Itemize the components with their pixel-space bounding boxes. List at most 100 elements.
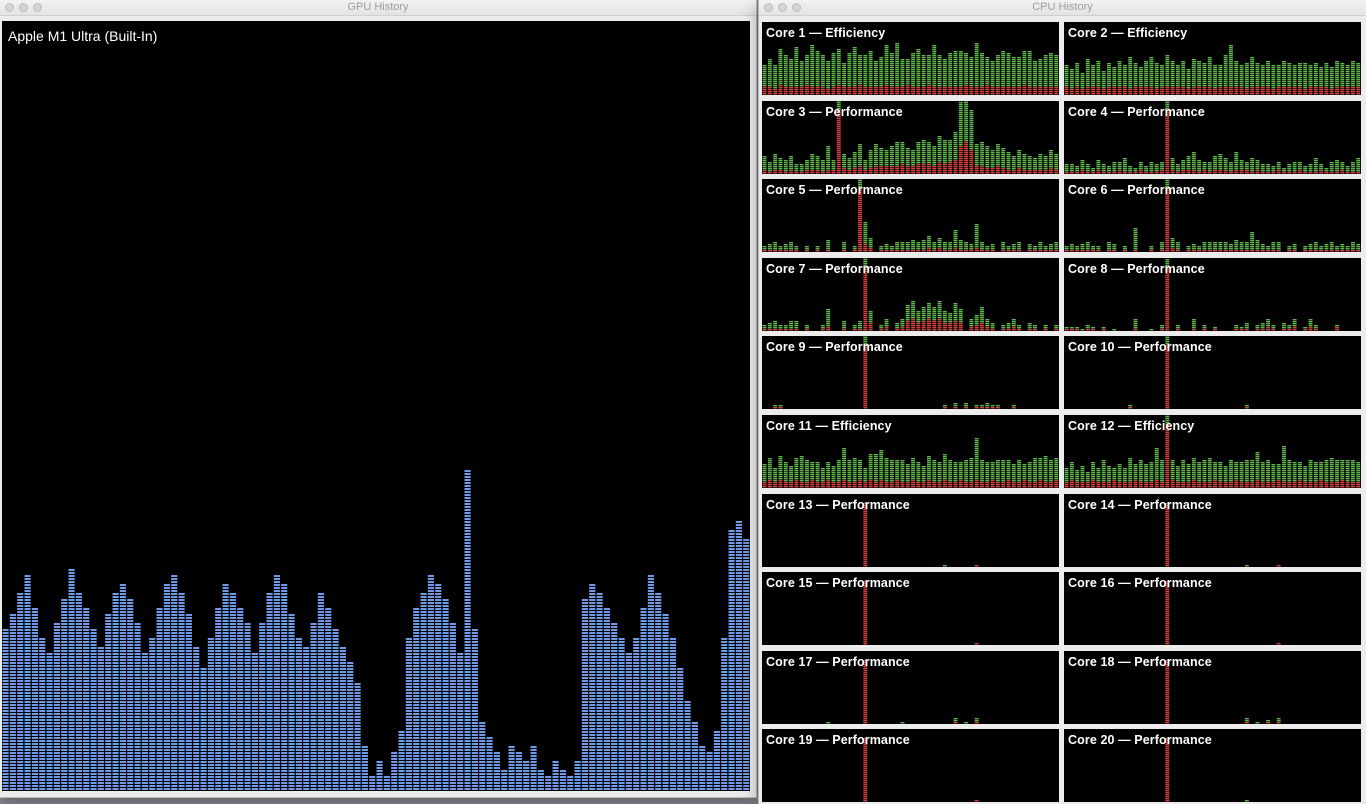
user-usage-segment <box>916 49 921 51</box>
user-usage-segment <box>836 466 841 468</box>
user-usage-segment <box>1175 248 1180 250</box>
system-usage-segment <box>958 163 963 165</box>
user-usage-segment <box>1239 81 1244 83</box>
user-usage-segment <box>937 312 942 315</box>
user-usage-segment <box>1048 65 1053 67</box>
gpu-bar <box>266 593 273 790</box>
system-usage-segment <box>964 165 969 167</box>
gpu-history-window[interactable]: GPU History Apple M1 Ultra (Built-In) <box>0 0 756 797</box>
user-usage-segment <box>1144 77 1149 79</box>
system-usage-segment <box>995 407 1000 409</box>
user-usage-segment <box>1313 248 1318 250</box>
user-usage-segment <box>1234 153 1239 155</box>
user-usage-segment <box>873 81 878 83</box>
user-usage-segment <box>778 458 783 460</box>
user-usage-segment <box>1255 73 1260 75</box>
system-usage-segment <box>847 169 852 171</box>
system-usage-segment <box>916 171 921 173</box>
system-usage-segment <box>1329 93 1334 95</box>
system-usage-segment <box>863 369 868 371</box>
user-usage-segment <box>900 161 905 163</box>
user-usage-segment <box>1006 81 1011 83</box>
user-usage-segment <box>927 69 931 71</box>
user-usage-segment <box>884 470 889 472</box>
user-usage-segment <box>831 61 836 63</box>
user-usage-segment <box>1133 236 1138 238</box>
user-usage-segment <box>1096 75 1101 77</box>
system-usage-segment <box>794 482 799 484</box>
user-usage-segment <box>1292 65 1297 67</box>
user-usage-segment <box>1038 83 1043 85</box>
user-usage-segment <box>1043 167 1048 169</box>
user-usage-segment <box>948 316 953 319</box>
system-usage-segment <box>1345 171 1350 173</box>
cpu-window-titlebar[interactable]: CPU History <box>759 0 1366 16</box>
user-usage-segment <box>1170 246 1175 248</box>
user-usage-segment <box>810 468 815 470</box>
user-usage-segment <box>805 480 809 482</box>
user-usage-segment <box>995 79 1000 81</box>
user-usage-segment <box>1112 163 1117 165</box>
user-usage-segment <box>905 83 910 85</box>
user-usage-segment <box>948 141 953 143</box>
user-usage-segment <box>953 314 958 317</box>
user-usage-segment <box>895 468 900 470</box>
system-usage-segment <box>799 87 804 89</box>
system-usage-segment <box>805 328 809 331</box>
system-usage-segment <box>1165 161 1170 163</box>
user-usage-segment <box>1340 167 1345 169</box>
user-usage-segment <box>953 464 958 466</box>
system-usage-segment <box>1085 93 1090 95</box>
user-usage-segment <box>980 149 984 151</box>
user-usage-segment <box>1117 83 1122 85</box>
system-usage-segment <box>842 250 847 252</box>
gpu-bar <box>288 614 295 790</box>
user-usage-segment <box>1011 246 1016 248</box>
user-usage-segment <box>958 105 963 107</box>
system-usage-segment <box>858 224 862 226</box>
system-usage-segment <box>1096 89 1101 91</box>
user-usage-segment <box>863 337 868 339</box>
user-usage-segment <box>858 470 862 472</box>
user-usage-segment <box>1043 79 1048 81</box>
gpu-bar <box>530 746 537 790</box>
user-usage-segment <box>842 157 847 159</box>
system-usage-segment <box>969 482 974 484</box>
system-usage-segment <box>1122 89 1127 91</box>
gpu-window-titlebar[interactable]: GPU History <box>0 0 756 16</box>
user-usage-segment <box>1313 79 1318 81</box>
user-usage-segment <box>1160 65 1164 67</box>
user-usage-segment <box>948 478 953 480</box>
user-usage-segment <box>921 312 926 315</box>
system-usage-segment <box>778 482 783 484</box>
user-usage-segment <box>1292 320 1297 323</box>
user-usage-segment <box>974 405 979 407</box>
user-usage-segment <box>942 83 947 85</box>
user-usage-segment <box>1271 81 1276 83</box>
user-usage-segment <box>1170 67 1175 69</box>
user-usage-segment <box>1207 61 1212 63</box>
user-usage-segment <box>810 466 815 468</box>
user-usage-segment <box>810 474 815 476</box>
user-usage-segment <box>937 466 942 468</box>
system-usage-segment <box>783 482 788 484</box>
user-usage-segment <box>1001 244 1006 246</box>
user-usage-segment <box>799 165 804 167</box>
user-usage-segment <box>1080 85 1085 87</box>
user-usage-segment <box>1308 244 1313 246</box>
user-usage-segment <box>842 476 847 478</box>
user-usage-segment <box>1043 246 1048 248</box>
system-usage-segment <box>836 171 841 173</box>
user-usage-segment <box>942 151 947 153</box>
system-usage-segment <box>1144 91 1149 93</box>
cpu-history-window[interactable]: CPU History Core 1 — Efficiency Core 2 — … <box>759 0 1366 804</box>
user-usage-segment <box>932 59 937 61</box>
user-usage-segment <box>1276 161 1281 163</box>
user-usage-segment <box>1001 157 1006 159</box>
system-usage-segment <box>1080 89 1085 91</box>
user-usage-segment <box>911 81 915 83</box>
user-usage-segment <box>1266 83 1271 85</box>
user-usage-segment <box>1038 155 1043 157</box>
user-usage-segment <box>873 472 878 474</box>
user-usage-segment <box>889 248 894 250</box>
